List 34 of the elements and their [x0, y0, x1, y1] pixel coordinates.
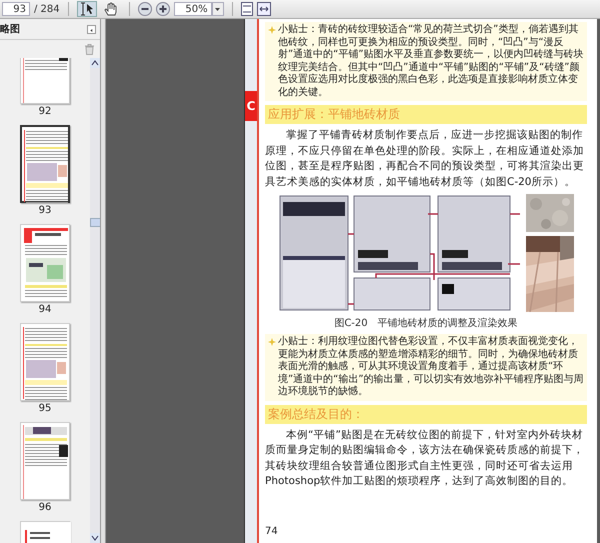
- panel-title: 略图: [0, 22, 20, 36]
- scroll-thumb[interactable]: [90, 218, 100, 227]
- thumbnail-label: 95: [38, 403, 52, 414]
- zoom-dropdown-button[interactable]: [212, 2, 224, 16]
- caret-icon: [215, 8, 220, 10]
- zoom-out-icon[interactable]: [138, 2, 152, 16]
- hand-icon: [104, 2, 118, 16]
- fit-width-icon[interactable]: [256, 2, 271, 16]
- page-thumbnail[interactable]: [20, 125, 70, 203]
- section-heading: 案例总结及目的：: [265, 404, 587, 424]
- collapse-button[interactable]: [87, 24, 96, 34]
- body-paragraph: 掌握了平铺青砖材质制作要点后，应进一步挖掘该贴图的制作原理，不应只停留在单色处理的阶段。实际上，在相应通道处添加位图，甚至是程序贴图，再配合不同的预设类型，可将其渲染出更具艺术美感的实体材质，如平铺地砖材质等（如图C-20所示）。: [265, 128, 585, 190]
- thumbnail-label: 92: [38, 106, 52, 117]
- flower-icon: [268, 338, 276, 346]
- scroll-down-button[interactable]: [90, 533, 100, 543]
- tip-text: 小贴士：利用纹理位图代替色彩设置，不仅丰富材质表面视觉变化，更能为材质立体质感的塑造增添精彩的细节。同时，为确保地砖材质表面光滑的触感，可从其环境设置角度着手，通过提高该材质“环境”通道中的“输出”的输出量，可以切实有效地弥补平铺程序贴图与周边环境脱节的缺憾。: [278, 336, 584, 398]
- body-paragraph: 本例“平铺”贴图是在无砖纹位图的前提下，针对室内外砖块材质而量身定制的贴图编辑命令，该方法在确保瓷砖质感的前提下，其砖块纹理组合较普通位图形式自主性更强，同时还可省去运用Photoshop软件加工贴图的烦琐程序，达到了高效制图的目的。: [265, 428, 585, 489]
- text-select-icon: [78, 2, 95, 16]
- page-count: / 284: [34, 4, 60, 14]
- flower-icon: [268, 26, 276, 34]
- figure-caption: 图C-20 平铺地砖材质的调整及渲染效果: [333, 316, 519, 330]
- scroll-up-button[interactable]: [90, 58, 100, 68]
- thumbnail-label: 94: [38, 304, 52, 315]
- fit-page-icon[interactable]: [240, 2, 253, 16]
- page-number: 74: [265, 526, 279, 537]
- thumbnail-label: 93: [38, 205, 52, 216]
- section-heading: 应用扩展：平铺地砖材质: [265, 105, 587, 124]
- page-number-field[interactable]: 93: [2, 2, 30, 16]
- select-tool-button[interactable]: [76, 1, 97, 17]
- scrollbar[interactable]: [90, 58, 100, 543]
- thumbnail-label: 96: [38, 502, 52, 513]
- zoom-field[interactable]: 50%: [174, 2, 212, 16]
- tip-text: 小贴士：青砖的砖纹理较适合“常见的荷兰式切合”类型，倘若遇到其他砖纹，同样也可更换为相应的预设类型。同时，“凹凸”与“漫反射”通道中的“平铺”贴图水平及垂直参数要统一，以便内凹砖缝与砖块纹理完美结合。但其中“凹凸”通道中“平铺”贴图的“平铺”及“砖缝”颜色设置应选用对比度极强的黑白色彩，此选项是直接影响材质立体变化的关键。: [278, 24, 584, 99]
- zoom-in-icon[interactable]: [156, 2, 170, 16]
